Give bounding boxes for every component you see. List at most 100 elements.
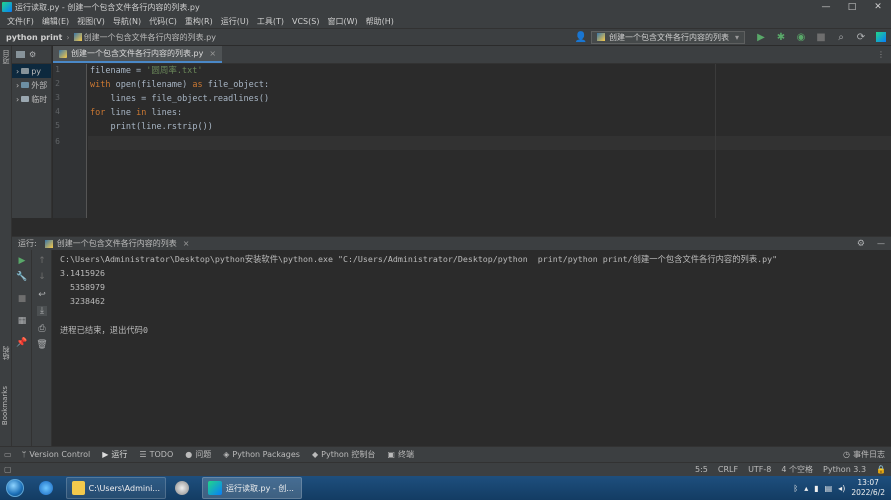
battery-icon[interactable]: ▮ [814, 484, 818, 493]
menu-code[interactable]: 代码(C) [145, 16, 181, 27]
coverage-icon[interactable]: ◉ [794, 30, 808, 44]
tool-python-console-label: Python 控制台 [321, 450, 376, 459]
scroll-to-end-icon[interactable]: ⤓ [37, 306, 47, 316]
pin-icon[interactable]: 📌 [16, 338, 27, 348]
wrench-icon[interactable]: 🔧 [16, 272, 27, 282]
system-tray: ᛒ ▴ ▮ ▤ ◂) 13:07 2022/6/2 [793, 478, 891, 498]
maximize-button[interactable]: □ [839, 0, 865, 14]
breadcrumb-project[interactable]: python print [0, 33, 62, 42]
close-icon[interactable]: × [209, 49, 216, 58]
taskbar-explorer[interactable]: C:\Users\Admini... [66, 477, 166, 499]
close-icon[interactable]: × [183, 239, 190, 248]
run-config-select[interactable]: 创建一个包含文件各行内容的列表 ▾ [590, 30, 745, 44]
code-line[interactable]: lines = file_object.readlines() [90, 92, 269, 106]
menu-run[interactable]: 运行(U) [217, 16, 253, 27]
menu-navigate[interactable]: 导航(N) [109, 16, 145, 27]
tool-python-packages[interactable]: ◈ Python Packages [217, 450, 306, 459]
menu-window[interactable]: 窗口(W) [323, 16, 361, 27]
menu-edit[interactable]: 编辑(E) [38, 16, 73, 27]
code-line[interactable]: print(line.rstrip()) [90, 120, 212, 134]
line-number: 2 [55, 79, 60, 88]
settings-icon[interactable]: ⚙ [851, 239, 871, 249]
editor-tab[interactable]: 创建一个包含文件各行内容的列表.py × [53, 46, 223, 63]
line-separator[interactable]: CRLF [713, 465, 743, 474]
menu-help[interactable]: 帮助(H) [362, 16, 398, 27]
run-tab[interactable]: 创建一个包含文件各行内容的列表 × [37, 238, 190, 249]
panel-splitter[interactable] [12, 218, 891, 236]
project-tree-item[interactable]: › py [12, 64, 51, 78]
breadcrumb-file[interactable]: 创建一个包含文件各行内容的列表.py [84, 32, 216, 43]
settings-icon[interactable]: ⚙ [29, 50, 36, 59]
project-tool-button[interactable]: 项目 [1, 50, 11, 64]
layout-icon[interactable]: ▦ [17, 316, 27, 326]
project-tree-item[interactable]: › 外部 [12, 78, 51, 92]
code-editor[interactable]: filename = '圆周率.txt' with open(filename) … [88, 64, 891, 218]
arrow-up-icon[interactable]: ↑ [37, 256, 47, 266]
file-encoding[interactable]: UTF-8 [743, 465, 776, 474]
hide-icon[interactable]: — [871, 239, 891, 248]
tool-python-console[interactable]: ◆ Python 控制台 [306, 449, 381, 460]
tool-todo-label: TODO [149, 450, 174, 459]
bluetooth-icon[interactable]: ᛒ [793, 484, 798, 493]
print-icon[interactable]: ⎙ [37, 324, 47, 334]
run-icon[interactable]: ▶ [754, 30, 768, 44]
menu-tools[interactable]: 工具(T) [253, 16, 288, 27]
project-tree-item-label: 临时 [31, 94, 48, 104]
show-hidden-icon[interactable]: ▴ [804, 484, 808, 493]
search-icon[interactable]: ⌕ [834, 30, 848, 44]
more-icon[interactable]: ⋮ [877, 50, 891, 59]
tool-todo[interactable]: ☰ TODO [133, 450, 179, 459]
caret-position[interactable]: 5:5 [690, 465, 713, 474]
menu-vcs[interactable]: VCS(S) [288, 17, 323, 26]
clock[interactable]: 13:07 2022/6/2 [851, 478, 885, 498]
tool-event-log[interactable]: ◷ 事件日志 [837, 449, 891, 460]
tool-version-control[interactable]: ᛘ Version Control [16, 450, 97, 459]
pycharm-logo-icon[interactable] [874, 30, 888, 44]
line-number-gutter: 1 2 3 4 5 6 [53, 64, 87, 218]
clock-time: 13:07 [857, 478, 879, 487]
minimize-button[interactable]: — [813, 0, 839, 14]
taskbar-ie[interactable] [33, 477, 63, 499]
code-line[interactable]: filename = '圆周率.txt' [90, 64, 203, 78]
arrow-down-icon[interactable]: ↓ [37, 272, 47, 282]
python-interpreter[interactable]: Python 3.3 [818, 465, 871, 474]
branch-icon: ᛘ [21, 450, 27, 459]
layout-icon[interactable]: ▭ [0, 450, 16, 459]
soft-wrap-icon[interactable]: ↩ [37, 290, 47, 300]
project-tree-item[interactable]: › 临时 [12, 92, 51, 106]
user-icon[interactable]: 👤 [574, 30, 588, 44]
tool-run[interactable]: ▶ 运行 [96, 449, 133, 460]
rerun-icon[interactable]: ▶ [17, 256, 27, 266]
update-icon[interactable]: ⟳ [854, 30, 868, 44]
trash-icon[interactable]: 🗑 [36, 340, 47, 350]
stop-icon[interactable]: ■ [17, 294, 27, 304]
code-line[interactable]: for line in lines: [90, 106, 182, 120]
layout-icon[interactable]: ▢ [0, 465, 16, 474]
line-number: 4 [55, 107, 60, 116]
tool-problems[interactable]: ● 问题 [179, 449, 217, 460]
clock-date: 2022/6/2 [851, 488, 885, 497]
title-bar: 运行读取.py - 创建一个包含文件各行内容的列表.py — □ ✕ [0, 0, 891, 14]
menu-view[interactable]: 视图(V) [73, 16, 109, 27]
structure-tool-button[interactable]: 结构 [1, 346, 11, 360]
line-number: 3 [55, 93, 60, 102]
taskbar-app[interactable] [169, 477, 199, 499]
run-console[interactable]: C:\Users\Administrator\Desktop\python安装软… [52, 250, 891, 446]
taskbar-pycharm[interactable]: 运行读取.py - 创... [202, 477, 302, 499]
start-button[interactable] [0, 476, 30, 500]
menu-file[interactable]: 文件(F) [3, 16, 38, 27]
menu-refactor[interactable]: 重构(R) [181, 16, 217, 27]
close-button[interactable]: ✕ [865, 0, 891, 14]
bookmarks-tool-button[interactable]: Bookmarks [1, 386, 9, 425]
network-icon[interactable]: ▤ [825, 484, 833, 493]
tool-terminal[interactable]: ▣ 终端 [381, 449, 420, 460]
stop-icon[interactable]: ■ [814, 30, 828, 44]
lock-icon[interactable]: 🔒 [871, 465, 891, 474]
code-token: '圆周率.txt' [146, 66, 203, 76]
folder-icon[interactable] [16, 51, 25, 58]
volume-icon[interactable]: ◂) [838, 484, 845, 493]
indent-setting[interactable]: 4 个空格 [776, 464, 818, 475]
debug-icon[interactable]: ✱ [774, 30, 788, 44]
console-line: 3238462 [60, 296, 105, 306]
code-line[interactable]: with open(filename) as file_object: [90, 78, 269, 92]
